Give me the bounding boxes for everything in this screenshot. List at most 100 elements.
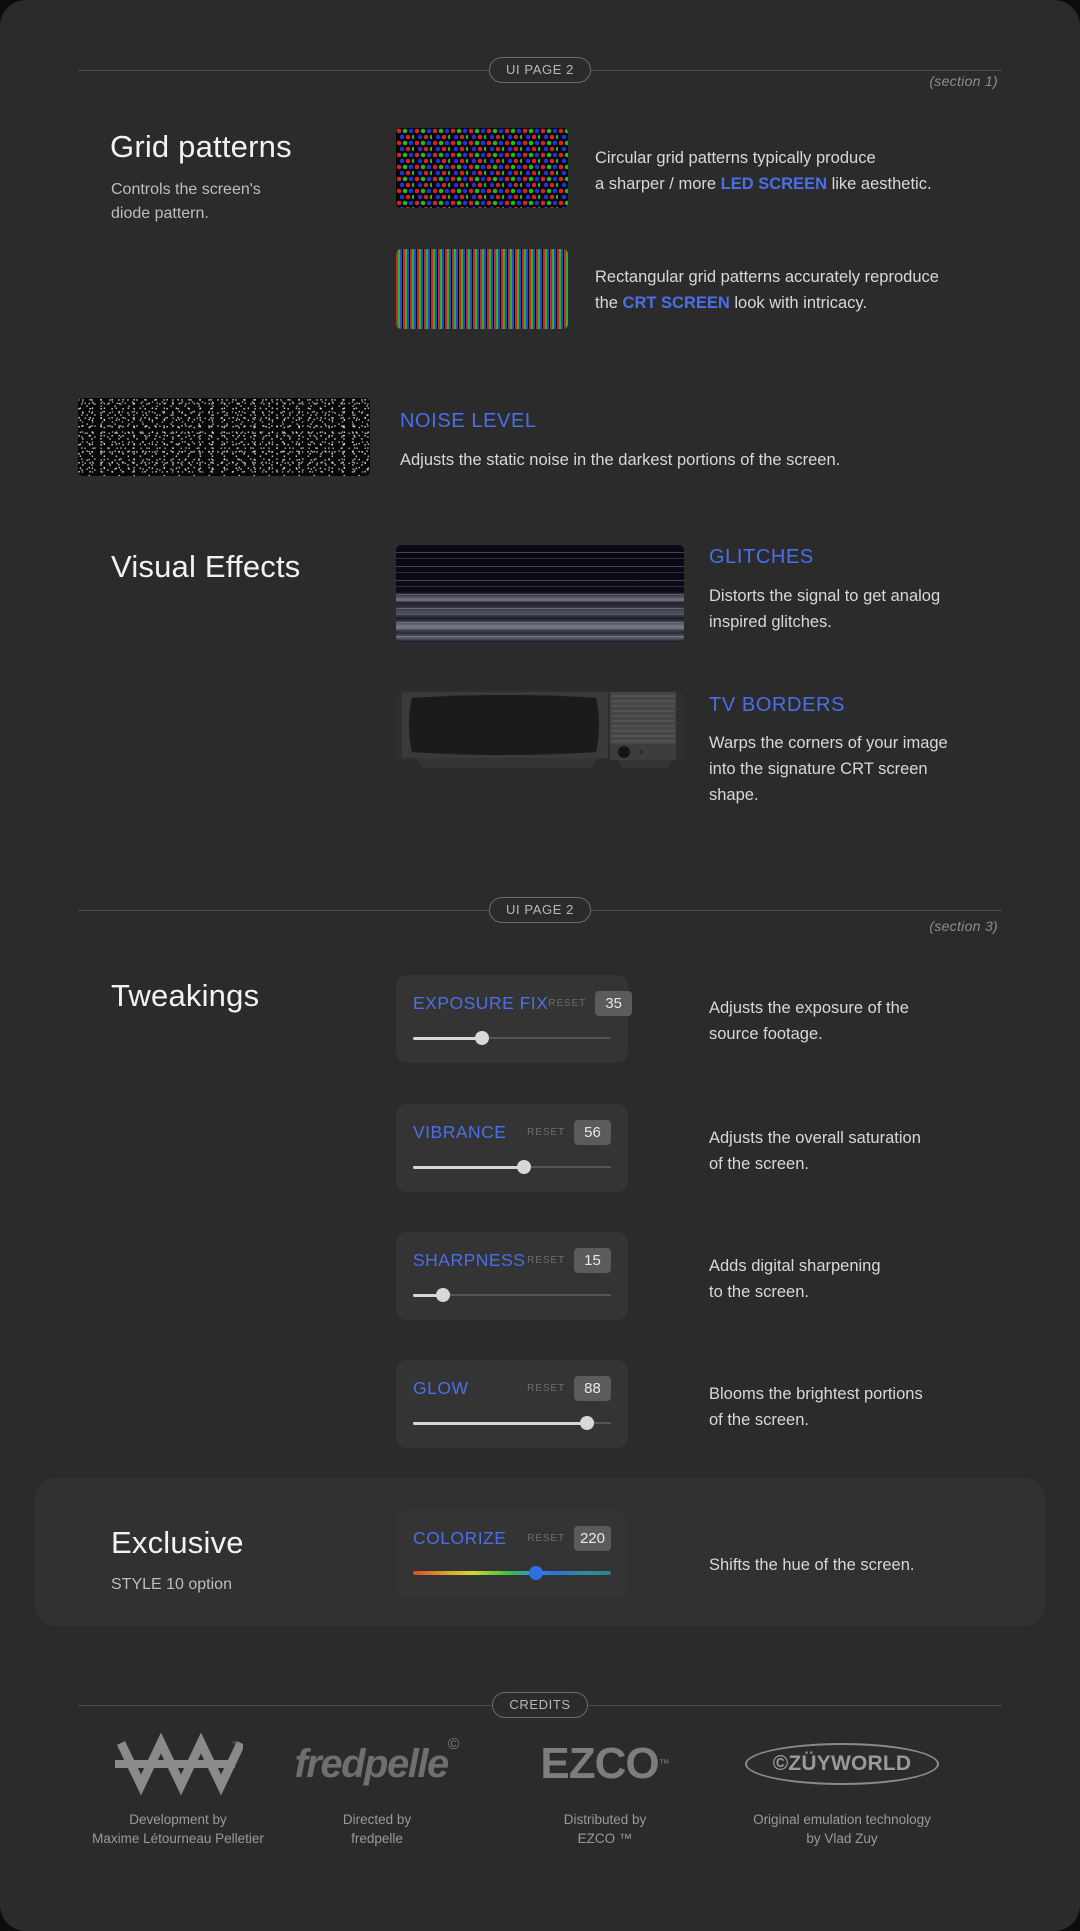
credit-3-line1: Original emulation technology: [753, 1812, 931, 1827]
tv-borders-description: Warps the corners of your image into the…: [709, 730, 1009, 808]
slider-head: COLORIZE RESET 220: [413, 1525, 611, 1551]
tv-desc-line2: into the signature CRT screen: [709, 760, 928, 778]
glitches-thumbnail[interactable]: [396, 545, 684, 642]
credit-caption-emulation: Original emulation technology by Vlad Zu…: [727, 1810, 957, 1848]
glitches-desc-line2: inspired glitches.: [709, 613, 832, 631]
slider-track-sharpness[interactable]: [413, 1287, 611, 1303]
reset-button-vibrance[interactable]: RESET: [527, 1127, 565, 1138]
vibrance-desc-line1: Adjusts the overall saturation: [709, 1129, 921, 1147]
exclusive-subtitle: STYLE 10 option: [111, 1576, 232, 1593]
slider-label-exposure-fix: EXPOSURE FIX: [413, 992, 549, 1013]
credit-0-line2: Maxime Létourneau Pelletier: [92, 1831, 264, 1846]
slider-value-colorize[interactable]: 220: [573, 1525, 611, 1551]
tweakings-title: Tweakings: [111, 978, 260, 1013]
divider-credits-line-right: [587, 1704, 1003, 1706]
rectangular-grid-thumbnail[interactable]: [396, 249, 568, 329]
divider-line-left: [78, 69, 489, 71]
slider-label-sharpness: SHARPNESS: [413, 1249, 526, 1270]
noise-level-label: NOISE LEVEL: [400, 410, 537, 432]
page-pill-top: UI PAGE 2: [489, 57, 592, 83]
slider-track-glow[interactable]: [413, 1415, 611, 1431]
slider-knob-glow[interactable]: [580, 1416, 595, 1430]
slider-knob-sharpness[interactable]: [435, 1288, 450, 1302]
credit-caption-development: Development by Maxime Létourneau Pelleti…: [63, 1810, 293, 1848]
rect-desc-line1: Rectangular grid patterns accurately rep…: [595, 268, 939, 286]
slider-track-colorize[interactable]: [413, 1565, 611, 1581]
rectangular-grid-description: Rectangular grid patterns accurately rep…: [595, 264, 995, 316]
slider-desc-exposure-fix: Adjusts the exposure of the source foota…: [709, 995, 1009, 1047]
exposure-desc-line2: source footage.: [709, 1025, 823, 1043]
sharpness-desc-line1: Adds digital sharpening: [709, 1257, 881, 1275]
ui-page-root: UI PAGE 2 (section 1) Grid patterns Cont…: [0, 0, 1080, 1931]
exclusive-title: Exclusive: [111, 1525, 244, 1560]
circular-desc-line2-post: like aesthetic.: [827, 175, 932, 193]
reset-button-colorize[interactable]: RESET: [527, 1533, 565, 1544]
ezco-tm-mark: ™: [658, 1758, 670, 1770]
tv-desc-line3: shape.: [709, 786, 759, 804]
crt-tv-illustration: [396, 690, 684, 775]
glitches-desc-line1: Distorts the signal to get analog: [709, 587, 941, 605]
slider-hue-gradient: [413, 1571, 611, 1575]
reset-button-glow[interactable]: RESET: [527, 1383, 565, 1394]
led-screen-highlight: LED SCREEN: [720, 175, 827, 193]
glow-desc-line2: of the screen.: [709, 1411, 809, 1429]
glitches-description: Distorts the signal to get analog inspir…: [709, 583, 1009, 635]
divider-credits-line-left: [78, 1704, 493, 1706]
circular-grid-thumbnail[interactable]: [396, 128, 568, 208]
slider-label-vibrance: VIBRANCE: [413, 1121, 507, 1142]
credit-column-directed: fredpelle © Directed by fredpelle: [262, 1728, 492, 1848]
crt-screen-highlight: CRT SCREEN: [622, 294, 730, 312]
slider-value-glow[interactable]: 88: [574, 1375, 611, 1401]
credit-1-line1: Directed by: [342, 1812, 412, 1827]
slider-knob-colorize[interactable]: [528, 1566, 543, 1580]
slider-card-vibrance[interactable]: VIBRANCE RESET 56: [396, 1104, 628, 1192]
slider-knob-exposure-fix[interactable]: [475, 1031, 490, 1045]
reset-button-exposure-fix[interactable]: RESET: [548, 998, 586, 1009]
tv-desc-line1: Warps the corners of your image: [709, 734, 948, 752]
slider-card-sharpness[interactable]: SHARPNESS RESET 15: [396, 1232, 628, 1320]
credit-caption-directed: Directed by fredpelle: [262, 1810, 492, 1848]
grid-subtitle-line2: diode pattern.: [111, 205, 209, 222]
slider-label-colorize: COLORIZE: [413, 1527, 507, 1548]
reset-button-sharpness[interactable]: RESET: [527, 1255, 565, 1266]
credit-column-emulation: ©ZÜYWORLD Original emulation technology …: [727, 1728, 957, 1848]
slider-head: VIBRANCE RESET 56: [413, 1119, 611, 1145]
credit-1-line2: fredpelle: [351, 1831, 403, 1846]
tv-borders-thumbnail[interactable]: [396, 690, 684, 775]
slider-track-vibrance[interactable]: [413, 1159, 611, 1175]
divider-mid-line-right: [591, 909, 1003, 911]
slider-card-colorize[interactable]: COLORIZE RESET 220: [396, 1510, 628, 1598]
section-tag-1: (section 1): [929, 73, 998, 89]
svg-text:™: ™: [231, 1740, 239, 1749]
fredpelle-wordmark: fredpelle: [294, 1741, 449, 1786]
credit-column-distributed: EZCO ™ Distributed by EZCO ™: [490, 1728, 720, 1848]
slider-head: EXPOSURE FIX RESET 35: [413, 990, 633, 1016]
divider-top: UI PAGE 2: [78, 57, 1003, 83]
slider-value-vibrance[interactable]: 56: [574, 1119, 611, 1145]
slider-head: GLOW RESET 88: [413, 1375, 611, 1401]
zuyworld-wordmark: ©ZÜYWORLD: [744, 1743, 940, 1785]
glitches-label: GLITCHES: [709, 546, 814, 568]
rect-desc-line2-post: look with intricacy.: [729, 294, 868, 312]
credit-2-line2: EZCO ™: [577, 1831, 633, 1846]
slider-track-exposure-fix[interactable]: [413, 1030, 611, 1046]
zuyworld-logo-icon: ©ZÜYWORLD: [727, 1728, 957, 1800]
slider-value-exposure-fix[interactable]: 35: [595, 990, 633, 1016]
copyright-mark: ©: [447, 1736, 460, 1753]
credit-2-line1: Distributed by: [563, 1812, 647, 1827]
slider-value-sharpness[interactable]: 15: [574, 1247, 611, 1273]
tv-borders-label: TV BORDERS: [709, 694, 846, 716]
grid-patterns-subtitle: Controls the screen's diode pattern.: [111, 178, 261, 226]
slider-card-exposure-fix[interactable]: EXPOSURE FIX RESET 35: [396, 975, 633, 1063]
slider-fill: [413, 1165, 524, 1169]
slider-fill: [413, 1036, 483, 1040]
credit-0-line1: Development by: [129, 1812, 227, 1827]
circular-desc-line2-pre: a sharper / more: [595, 175, 721, 193]
noise-level-thumbnail[interactable]: [78, 398, 370, 476]
slider-desc-colorize: Shifts the hue of the screen.: [709, 1556, 915, 1574]
waaa-logo-svg: ™: [115, 1733, 243, 1795]
slider-knob-vibrance[interactable]: [516, 1160, 531, 1174]
slider-fill: [413, 1421, 588, 1425]
glow-desc-line1: Blooms the brightest portions: [709, 1385, 923, 1403]
slider-card-glow[interactable]: GLOW RESET 88: [396, 1360, 628, 1448]
